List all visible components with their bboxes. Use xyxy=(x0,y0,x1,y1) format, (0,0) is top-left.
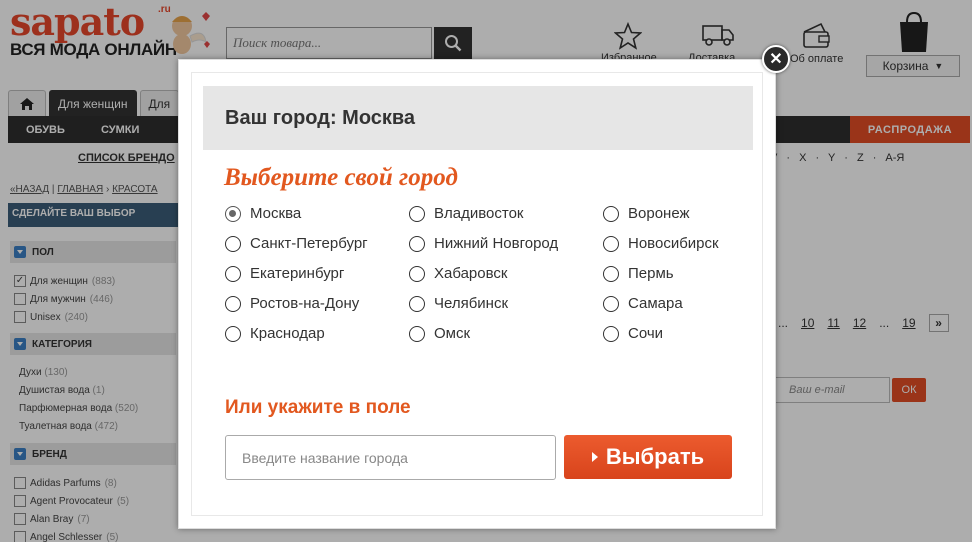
select-city-label: Выбрать xyxy=(605,444,705,469)
city-label: Краснодар xyxy=(250,325,325,342)
radio-button[interactable] xyxy=(603,295,619,312)
city-option-nizhny[interactable]: Нижний Новгород xyxy=(409,235,558,252)
city-option-vladivostok[interactable]: Владивосток xyxy=(409,205,523,222)
radio-button[interactable] xyxy=(603,235,619,252)
city-option-krasnodar[interactable]: Краснодар xyxy=(225,325,325,342)
radio-button[interactable] xyxy=(225,295,241,312)
city-label: Владивосток xyxy=(434,205,524,222)
city-name-input[interactable]: Введите название города xyxy=(225,435,556,480)
city-label: Сочи xyxy=(628,325,664,342)
city-label: Нижний Новгород xyxy=(434,235,559,252)
radio-button[interactable] xyxy=(225,235,241,252)
city-option-perm[interactable]: Пермь xyxy=(603,265,674,282)
city-label: Омск xyxy=(434,325,471,342)
city-option-omsk[interactable]: Омск xyxy=(409,325,470,342)
city-option-rostov[interactable]: Ростов-на-Дону xyxy=(225,295,359,312)
city-option-moscow[interactable]: Москва xyxy=(225,205,301,222)
select-city-button[interactable]: Выбрать xyxy=(564,435,732,479)
city-option-ekb[interactable]: Екатеринбург xyxy=(225,265,344,282)
choose-city-title: Выберите свой город xyxy=(224,164,458,191)
city-option-khabarovsk[interactable]: Хабаровск xyxy=(409,265,507,282)
city-label: Екатеринбург xyxy=(250,265,345,282)
city-label: Хабаровск xyxy=(434,265,508,282)
city-label: Москва xyxy=(250,205,302,222)
radio-button[interactable] xyxy=(225,205,241,222)
city-option-samara[interactable]: Самара xyxy=(603,295,683,312)
radio-button[interactable] xyxy=(409,235,425,252)
radio-button[interactable] xyxy=(603,325,619,342)
city-option-voronezh[interactable]: Воронеж xyxy=(603,205,690,222)
city-label: Челябинск xyxy=(434,295,509,312)
city-option-spb[interactable]: Санкт-Петербург xyxy=(225,235,368,252)
current-city: Ваш город: Москва xyxy=(203,86,753,150)
play-arrow-icon xyxy=(591,452,598,462)
radio-button[interactable] xyxy=(603,265,619,282)
radio-button[interactable] xyxy=(225,265,241,282)
radio-button[interactable] xyxy=(603,205,619,222)
radio-button[interactable] xyxy=(225,325,241,342)
city-option-sochi[interactable]: Сочи xyxy=(603,325,663,342)
radio-button[interactable] xyxy=(409,205,425,222)
radio-button[interactable] xyxy=(409,325,425,342)
city-label: Воронеж xyxy=(628,205,690,222)
city-option-chelyabinsk[interactable]: Челябинск xyxy=(409,295,508,312)
city-modal: Ваш город: Москва Выберите свой город Мо… xyxy=(178,59,776,529)
city-option-novosibirsk[interactable]: Новосибирск xyxy=(603,235,719,252)
radio-button[interactable] xyxy=(409,295,425,312)
city-label: Пермь xyxy=(628,265,674,282)
manual-city-title: Или укажите в поле xyxy=(225,397,411,418)
city-label: Санкт-Петербург xyxy=(250,235,368,252)
radio-button[interactable] xyxy=(409,265,425,282)
city-label: Новосибирск xyxy=(628,235,719,252)
close-icon[interactable]: ✕ xyxy=(762,45,790,73)
city-label: Ростов-на-Дону xyxy=(250,295,360,312)
city-label: Самара xyxy=(628,295,683,312)
